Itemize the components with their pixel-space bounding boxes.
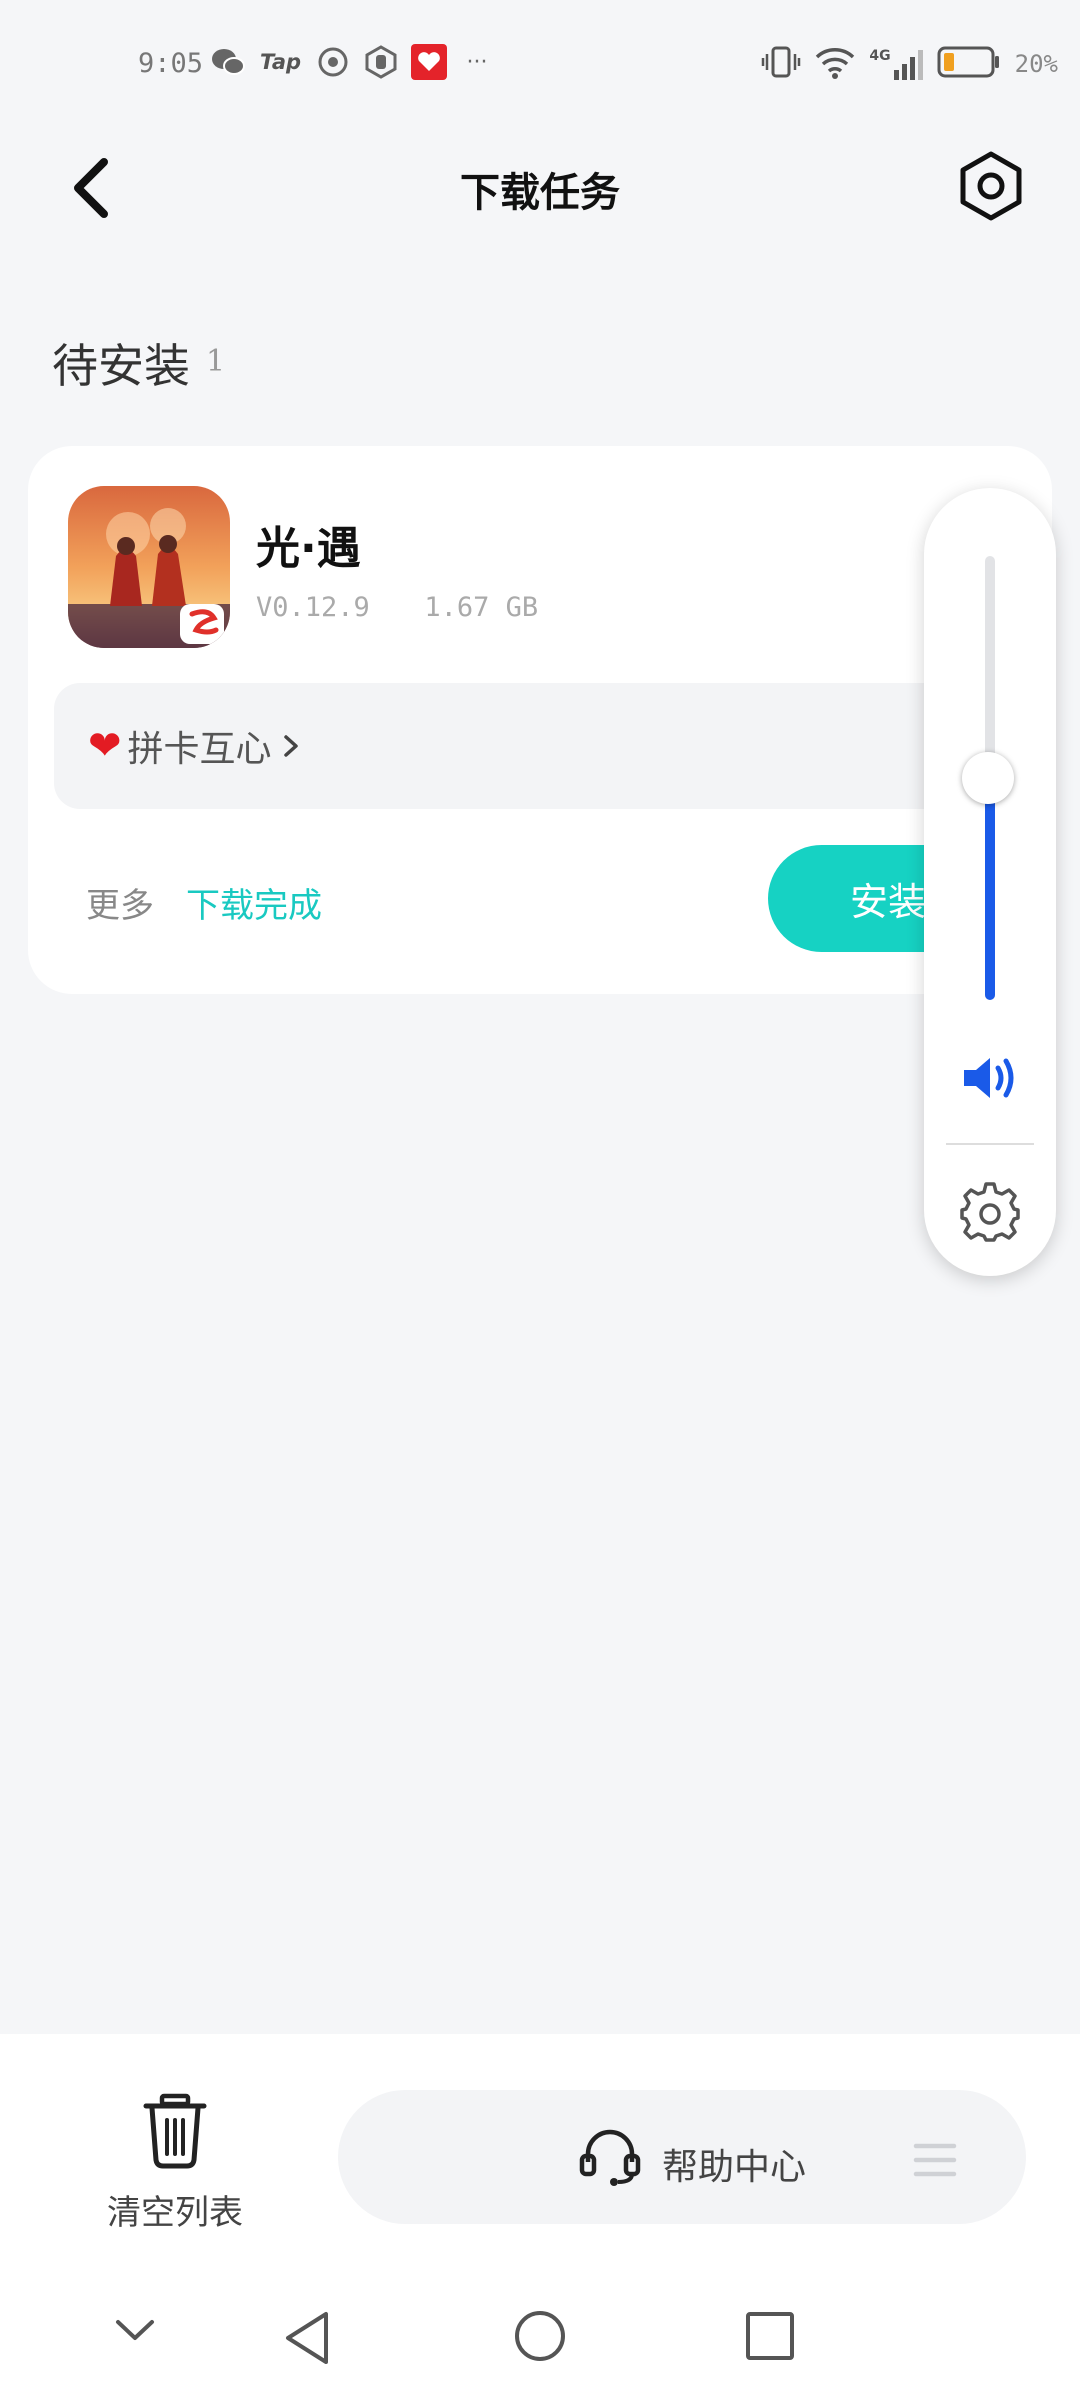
nav-back-button[interactable] xyxy=(280,2308,336,2372)
battery-percent: 20% xyxy=(1014,50,1058,78)
nav-home-button[interactable] xyxy=(512,2308,568,2368)
volume-slider-thumb[interactable] xyxy=(962,752,1014,804)
trash-icon xyxy=(143,2093,207,2169)
speaker-icon xyxy=(964,1058,1014,1098)
nav-recents-button[interactable] xyxy=(744,2310,796,2366)
vibrate-icon xyxy=(761,44,801,84)
more-icon: ··· xyxy=(466,49,488,75)
hexagon-settings-icon xyxy=(960,151,1022,221)
download-status: 下载完成 xyxy=(186,886,322,926)
promo-link[interactable]: ❤ 拼卡互心 xyxy=(88,720,304,772)
chevron-down-icon xyxy=(116,2320,154,2340)
wifi-icon xyxy=(815,45,855,83)
volume-slider-fill xyxy=(985,778,995,1000)
signal-icon: 4G xyxy=(869,48,923,80)
page-title: 下载任务 xyxy=(460,170,620,216)
square-recents-icon xyxy=(746,2312,794,2360)
more-button[interactable]: 更多 xyxy=(86,878,154,927)
settings-button[interactable] xyxy=(955,150,1027,222)
app-version: V0.12.9 xyxy=(256,592,370,623)
section-count: 1 xyxy=(206,344,226,379)
app-icon xyxy=(315,44,351,80)
clear-list-label: 清空列表 xyxy=(107,2193,243,2233)
gear-icon xyxy=(960,1182,1020,1242)
app-icon-image[interactable] xyxy=(68,486,230,648)
status-bar: 9:05 Tap ··· 4G 20% xyxy=(0,0,1080,130)
speaker-button[interactable] xyxy=(958,1050,1022,1106)
chevron-right-icon xyxy=(283,735,298,757)
status-time: 9:05 xyxy=(138,48,204,79)
app-size: 1.67 GB xyxy=(424,592,539,623)
heart-icon: ❤ xyxy=(88,723,122,769)
triangle-back-icon xyxy=(286,2312,328,2364)
volume-divider xyxy=(946,1143,1034,1145)
section-title: 待安装 xyxy=(52,339,190,393)
circle-home-icon xyxy=(515,2311,565,2361)
app-badge-icon xyxy=(411,44,448,80)
promo-label: 拼卡互心 xyxy=(127,729,272,770)
system-icons: 4G 20% xyxy=(761,44,1058,84)
headset-icon xyxy=(578,2124,642,2192)
nav-collapse-button[interactable] xyxy=(110,2310,160,2354)
tap-icon: Tap xyxy=(260,50,302,74)
game-art-icon xyxy=(68,486,230,648)
wechat-icon xyxy=(210,44,246,80)
volume-settings-button[interactable] xyxy=(958,1180,1022,1244)
app-name: 光·遇 xyxy=(256,523,361,574)
battery-icon xyxy=(937,45,1001,83)
app-icon xyxy=(363,44,399,80)
install-label: 安装 xyxy=(850,880,927,924)
notification-icons: Tap ··· xyxy=(210,44,495,80)
help-center-label: 帮助中心 xyxy=(662,2147,807,2188)
app-meta: V0.12.9 1.67 GB xyxy=(256,592,538,623)
menu-icon[interactable] xyxy=(912,2140,958,2184)
